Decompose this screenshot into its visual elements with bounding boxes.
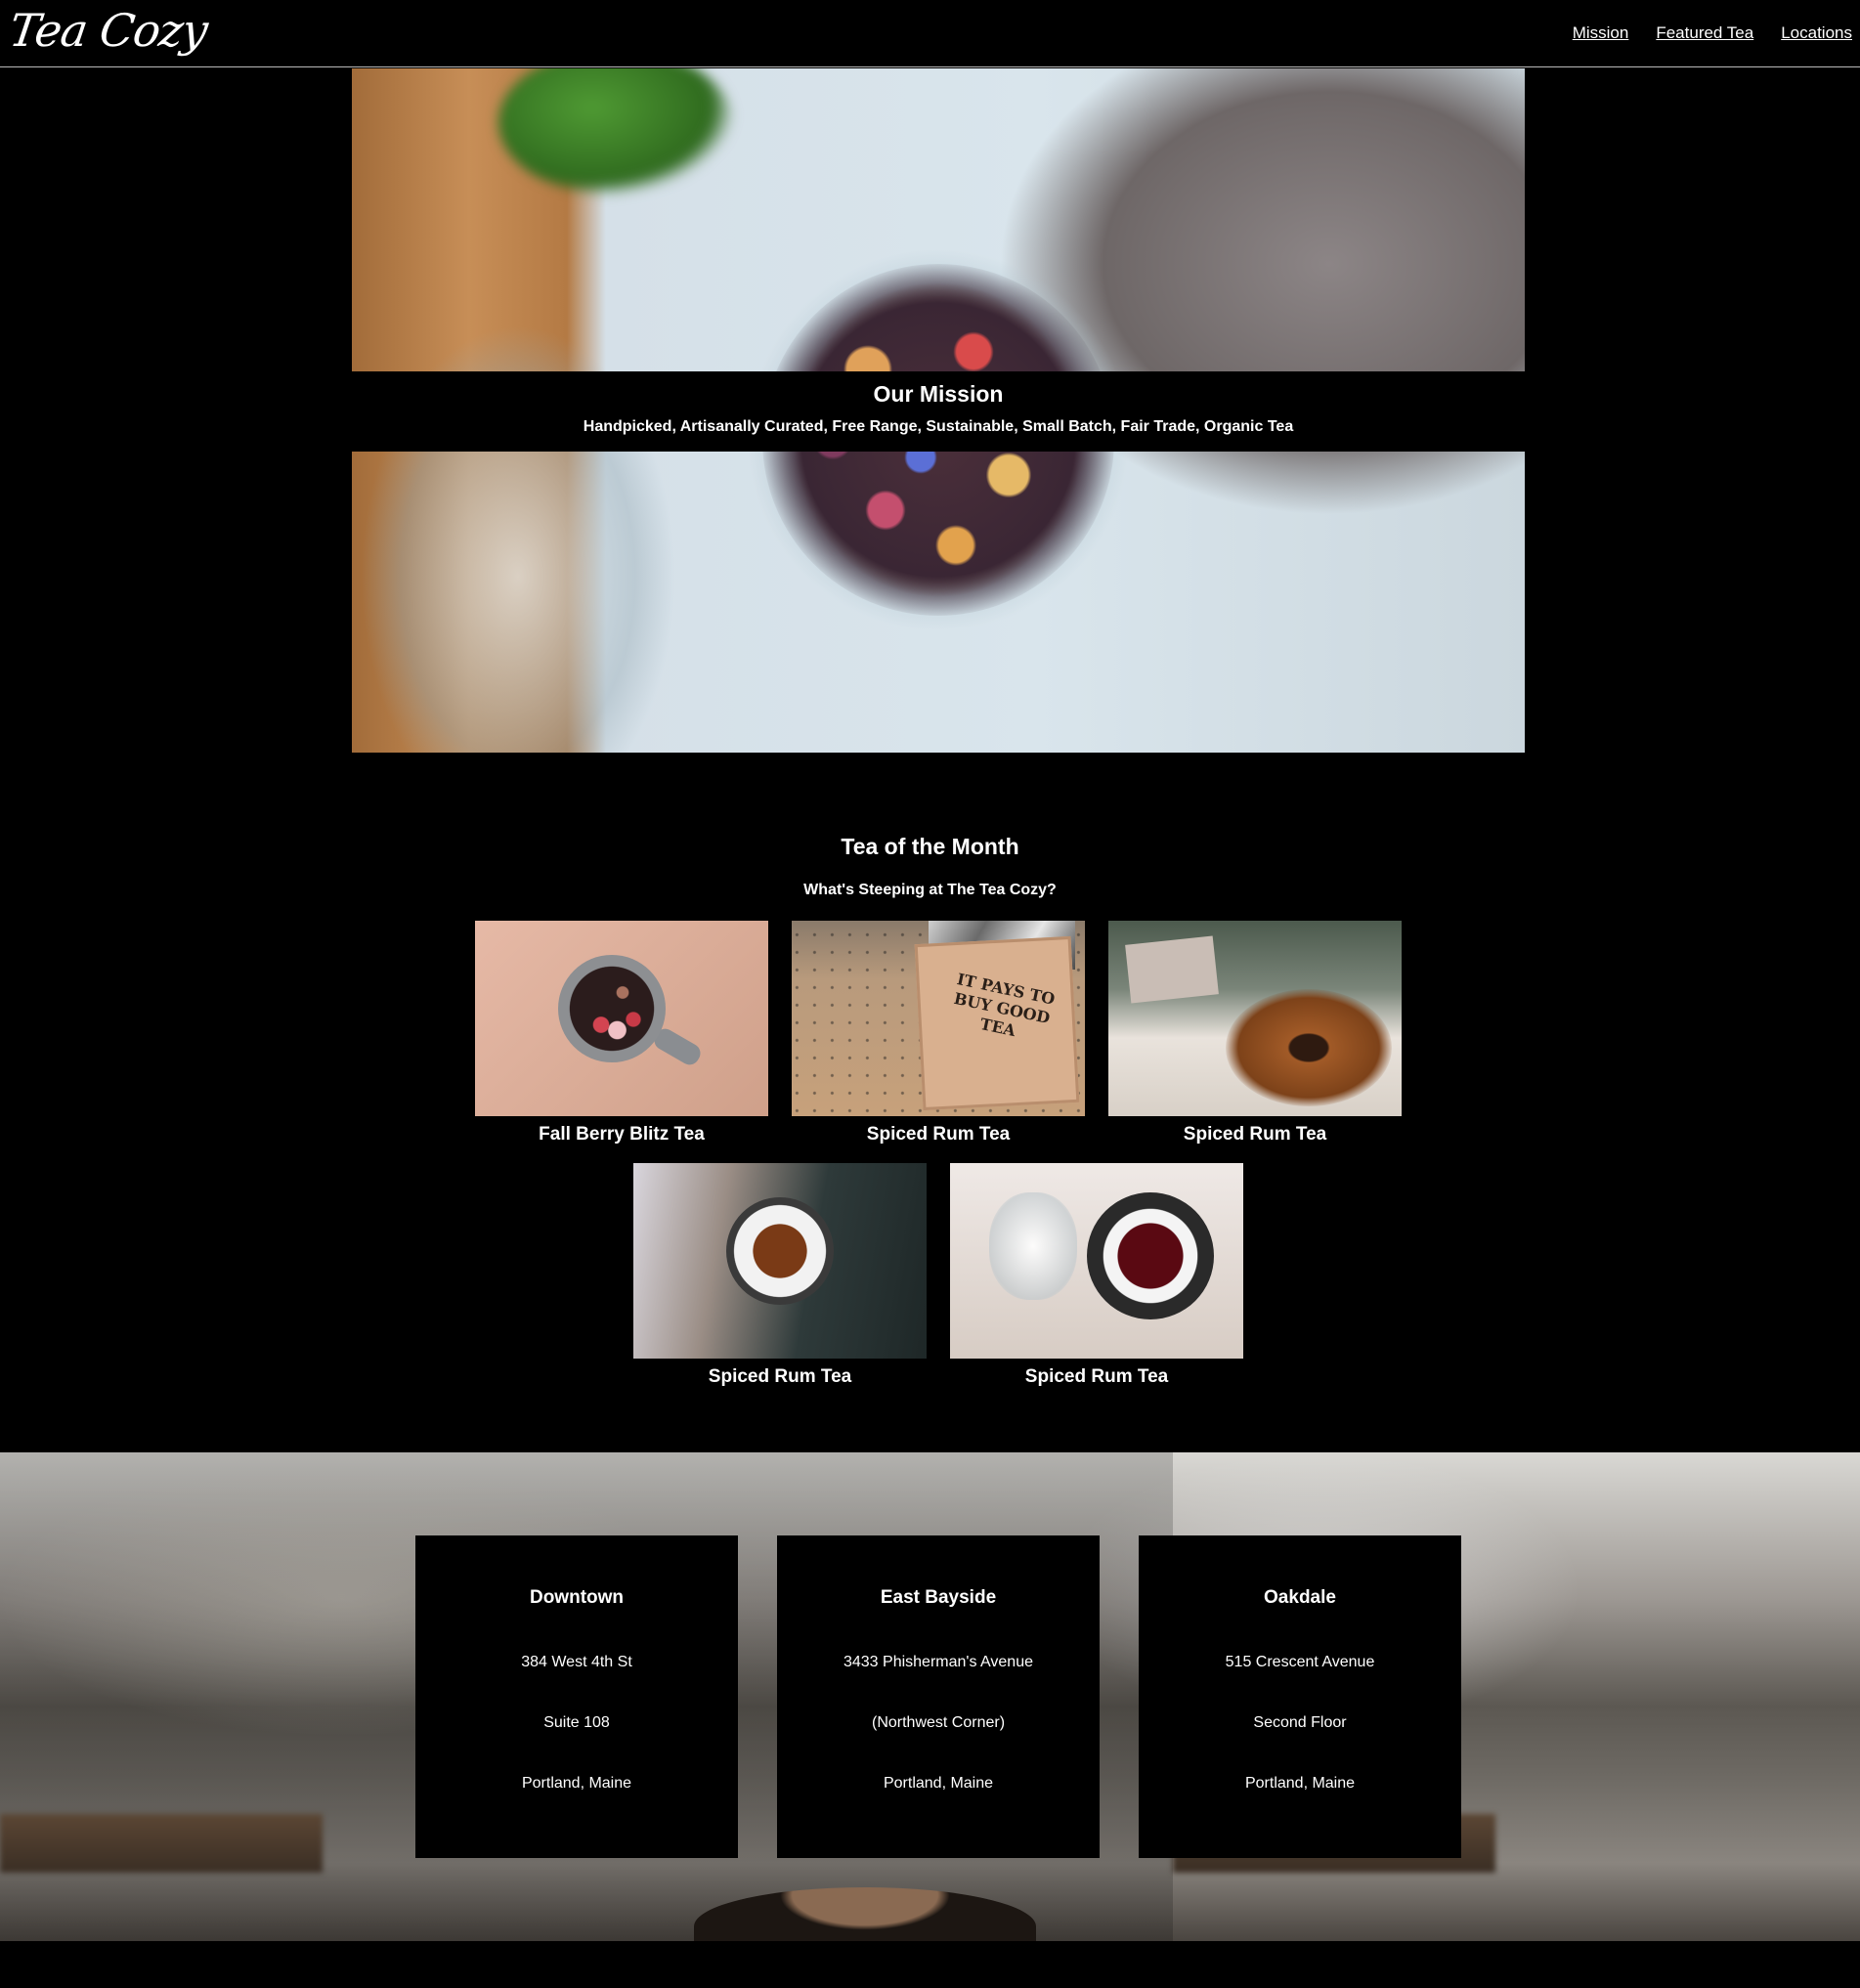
location-address-line: (Northwest Corner) — [871, 1714, 1006, 1731]
featured-title: Tea of the Month — [841, 834, 1019, 859]
mission-section: Our Mission Handpicked, Artisanally Cura… — [352, 68, 1525, 753]
tea-name: Spiced Rum Tea — [1183, 1124, 1327, 1145]
bench-image-left — [0, 1814, 323, 1873]
featured-subtitle: What's Steeping at The Tea Cozy? — [803, 882, 1057, 898]
tea-image-berry-cup — [475, 921, 768, 1116]
location-name: East Bayside — [880, 1587, 997, 1608]
tea-card[interactable]: Fall Berry Blitz Tea — [475, 921, 768, 1145]
nav-link-locations[interactable]: Locations — [1781, 23, 1852, 43]
tea-card[interactable]: Spiced Rum Tea — [633, 1163, 927, 1388]
location-address-line: Second Floor — [1253, 1714, 1347, 1731]
tea-name: Spiced Rum Tea — [866, 1124, 1011, 1145]
location-card-east-bayside: East Bayside 3433 Phisherman's Avenue (N… — [777, 1535, 1100, 1858]
location-address-line: Portland, Maine — [521, 1775, 632, 1792]
tea-image-cup-on-wood — [633, 1163, 927, 1359]
location-address-line: 3433 Phisherman's Avenue — [843, 1654, 1033, 1670]
mission-title: Our Mission — [873, 381, 1004, 407]
tea-name: Spiced Rum Tea — [708, 1366, 852, 1387]
site-header: Tea Cozy Mission Featured Tea Locations — [0, 0, 1860, 67]
tea-card[interactable]: IT PAYS TO BUY GOOD TEA Spiced Rum Tea — [792, 921, 1085, 1145]
nav-link-featured-tea[interactable]: Featured Tea — [1656, 23, 1753, 43]
mission-subtitle: Handpicked, Artisanally Curated, Free Ra… — [583, 418, 1294, 435]
location-card-downtown: Downtown 384 West 4th St Suite 108 Portl… — [415, 1535, 738, 1858]
location-address-line: Portland, Maine — [1244, 1775, 1356, 1792]
tea-card[interactable]: Spiced Rum Tea — [950, 1163, 1243, 1388]
location-card-oakdale: Oakdale 515 Crescent Avenue Second Floor… — [1139, 1535, 1461, 1858]
site-logo[interactable]: Tea Cozy — [6, 4, 210, 57]
location-address-line: Portland, Maine — [883, 1775, 994, 1792]
tea-image-tea-box: IT PAYS TO BUY GOOD TEA — [792, 921, 1085, 1116]
location-address-line: Suite 108 — [543, 1714, 610, 1731]
nav-link-mission[interactable]: Mission — [1573, 23, 1629, 43]
mission-banner: Our Mission Handpicked, Artisanally Cura… — [352, 371, 1525, 452]
tea-name: Fall Berry Blitz Tea — [539, 1124, 705, 1145]
location-name: Oakdale — [1264, 1587, 1336, 1608]
location-address-line: 384 West 4th St — [521, 1654, 632, 1670]
location-address-line: 515 Crescent Avenue — [1225, 1654, 1375, 1670]
location-name: Downtown — [529, 1587, 625, 1608]
tea-image-bundt-cake — [1108, 921, 1402, 1116]
main-nav: Mission Featured Tea Locations — [1573, 23, 1852, 43]
tea-name: Spiced Rum Tea — [1024, 1366, 1169, 1387]
tea-image-red-tea-cup — [950, 1163, 1243, 1359]
tea-card[interactable]: Spiced Rum Tea — [1108, 921, 1402, 1145]
locations-section: Downtown 384 West 4th St Suite 108 Portl… — [0, 1452, 1860, 1941]
